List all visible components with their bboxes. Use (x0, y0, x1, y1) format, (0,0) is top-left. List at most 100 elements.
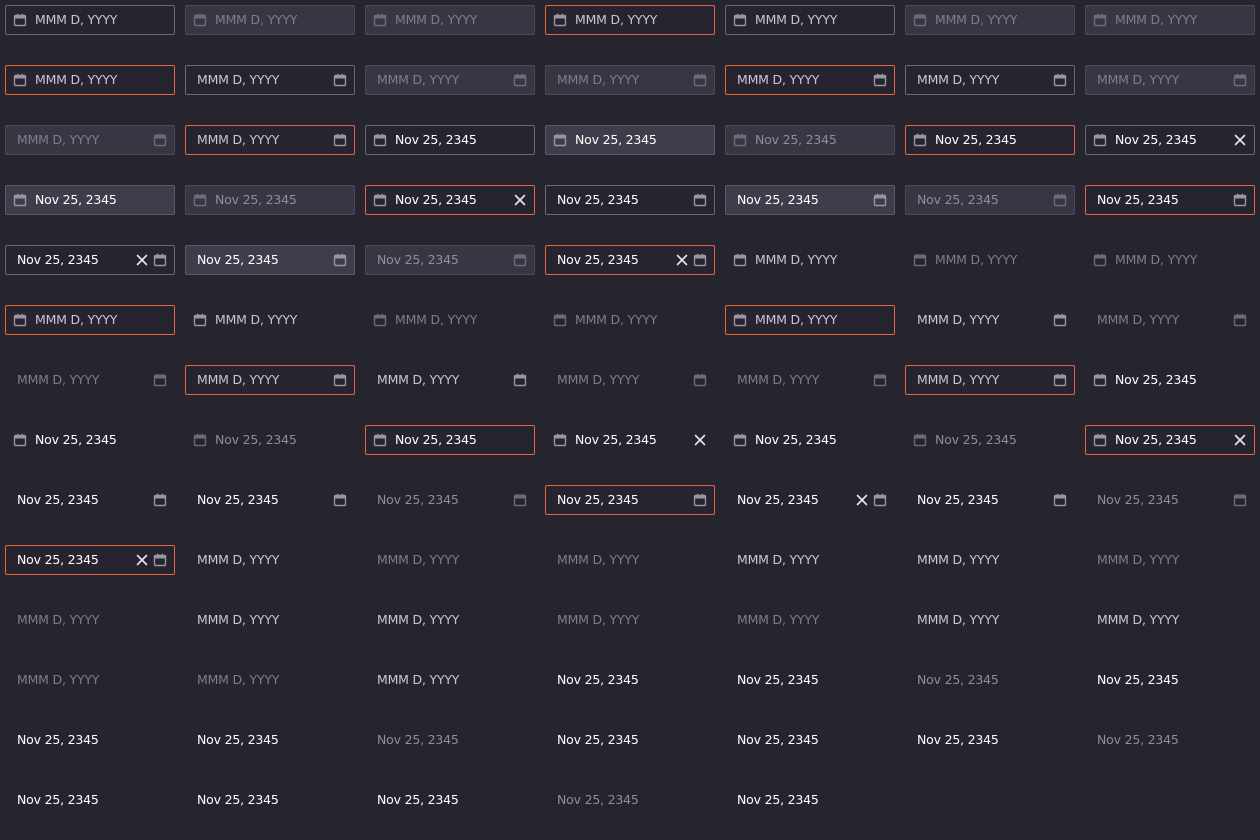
date-input[interactable]: Nov 25, 2345 (545, 725, 715, 755)
date-input[interactable]: MMM D, YYYY (725, 545, 895, 575)
close-icon[interactable] (1233, 433, 1247, 447)
calendar-icon[interactable] (1053, 493, 1067, 507)
calendar-icon[interactable] (373, 133, 387, 147)
date-input[interactable]: MMM D, YYYY (5, 65, 175, 95)
date-input[interactable]: Nov 25, 2345 (365, 425, 535, 455)
close-icon[interactable] (855, 493, 869, 507)
date-input[interactable]: Nov 25, 2345 (185, 785, 355, 815)
close-icon[interactable] (675, 253, 689, 267)
calendar-icon[interactable] (693, 493, 707, 507)
date-input[interactable]: MMM D, YYYY (365, 365, 535, 395)
close-icon[interactable] (513, 193, 527, 207)
date-input[interactable]: Nov 25, 2345 (905, 125, 1075, 155)
date-input[interactable]: MMM D, YYYY (185, 605, 355, 635)
calendar-icon[interactable] (333, 373, 347, 387)
date-input[interactable]: MMM D, YYYY (185, 545, 355, 575)
close-icon[interactable] (135, 553, 149, 567)
date-input[interactable]: Nov 25, 2345 (365, 185, 535, 215)
date-input[interactable]: Nov 25, 2345 (185, 485, 355, 515)
calendar-icon[interactable] (553, 433, 567, 447)
calendar-icon[interactable] (693, 193, 707, 207)
calendar-icon[interactable] (733, 253, 747, 267)
calendar-icon[interactable] (193, 313, 207, 327)
calendar-icon[interactable] (333, 73, 347, 87)
calendar-icon[interactable] (1053, 73, 1067, 87)
date-input[interactable]: Nov 25, 2345 (1085, 665, 1255, 695)
calendar-icon[interactable] (13, 313, 27, 327)
date-input[interactable]: MMM D, YYYY (365, 605, 535, 635)
date-input[interactable]: MMM D, YYYY (365, 665, 535, 695)
date-input[interactable]: MMM D, YYYY (725, 65, 895, 95)
date-input[interactable]: Nov 25, 2345 (5, 425, 175, 455)
date-input[interactable]: Nov 25, 2345 (725, 185, 895, 215)
close-icon[interactable] (693, 433, 707, 447)
date-input[interactable]: MMM D, YYYY (545, 5, 715, 35)
calendar-icon[interactable] (373, 193, 387, 207)
calendar-icon[interactable] (13, 433, 27, 447)
calendar-icon[interactable] (873, 193, 887, 207)
calendar-icon[interactable] (333, 493, 347, 507)
calendar-icon[interactable] (1053, 313, 1067, 327)
date-input[interactable]: Nov 25, 2345 (545, 245, 715, 275)
calendar-icon[interactable] (733, 13, 747, 27)
date-input[interactable]: Nov 25, 2345 (1085, 365, 1255, 395)
date-input[interactable]: Nov 25, 2345 (185, 245, 355, 275)
calendar-icon[interactable] (733, 313, 747, 327)
date-input[interactable]: MMM D, YYYY (725, 245, 895, 275)
date-input[interactable]: Nov 25, 2345 (725, 665, 895, 695)
date-input[interactable]: MMM D, YYYY (185, 65, 355, 95)
date-input[interactable]: MMM D, YYYY (725, 305, 895, 335)
date-input[interactable]: MMM D, YYYY (1085, 605, 1255, 635)
close-icon[interactable] (135, 253, 149, 267)
date-input[interactable]: MMM D, YYYY (905, 65, 1075, 95)
date-input[interactable]: Nov 25, 2345 (5, 785, 175, 815)
calendar-icon[interactable] (153, 493, 167, 507)
calendar-icon[interactable] (13, 13, 27, 27)
calendar-icon[interactable] (693, 253, 707, 267)
close-icon[interactable] (1233, 133, 1247, 147)
date-input[interactable]: Nov 25, 2345 (545, 125, 715, 155)
calendar-icon[interactable] (1053, 373, 1067, 387)
date-input[interactable]: Nov 25, 2345 (545, 665, 715, 695)
date-input[interactable]: Nov 25, 2345 (545, 425, 715, 455)
calendar-icon[interactable] (1093, 133, 1107, 147)
date-input[interactable]: MMM D, YYYY (725, 5, 895, 35)
date-input[interactable]: MMM D, YYYY (905, 305, 1075, 335)
date-input[interactable]: Nov 25, 2345 (725, 485, 895, 515)
date-input[interactable]: Nov 25, 2345 (5, 725, 175, 755)
date-input[interactable]: MMM D, YYYY (5, 5, 175, 35)
calendar-icon[interactable] (553, 133, 567, 147)
date-input[interactable]: Nov 25, 2345 (5, 545, 175, 575)
calendar-icon[interactable] (13, 193, 27, 207)
date-input[interactable]: Nov 25, 2345 (905, 485, 1075, 515)
calendar-icon[interactable] (513, 373, 527, 387)
date-input[interactable]: MMM D, YYYY (185, 125, 355, 155)
date-input[interactable]: Nov 25, 2345 (725, 725, 895, 755)
date-input[interactable]: Nov 25, 2345 (365, 785, 535, 815)
calendar-icon[interactable] (333, 253, 347, 267)
date-input[interactable]: Nov 25, 2345 (545, 485, 715, 515)
calendar-icon[interactable] (873, 73, 887, 87)
calendar-icon[interactable] (873, 493, 887, 507)
calendar-icon[interactable] (1093, 373, 1107, 387)
calendar-icon[interactable] (13, 73, 27, 87)
calendar-icon[interactable] (913, 133, 927, 147)
date-input[interactable]: Nov 25, 2345 (5, 485, 175, 515)
date-input[interactable]: MMM D, YYYY (185, 365, 355, 395)
date-input[interactable]: Nov 25, 2345 (365, 125, 535, 155)
calendar-icon[interactable] (153, 253, 167, 267)
date-input[interactable]: Nov 25, 2345 (5, 185, 175, 215)
calendar-icon[interactable] (373, 433, 387, 447)
calendar-icon[interactable] (1233, 193, 1247, 207)
date-input[interactable]: MMM D, YYYY (905, 545, 1075, 575)
calendar-icon[interactable] (333, 133, 347, 147)
calendar-icon[interactable] (553, 13, 567, 27)
date-input[interactable]: Nov 25, 2345 (545, 185, 715, 215)
calendar-icon[interactable] (153, 553, 167, 567)
date-input[interactable]: MMM D, YYYY (905, 605, 1075, 635)
date-input[interactable]: Nov 25, 2345 (1085, 125, 1255, 155)
date-input[interactable]: Nov 25, 2345 (725, 425, 895, 455)
date-input[interactable]: Nov 25, 2345 (1085, 425, 1255, 455)
date-input[interactable]: Nov 25, 2345 (1085, 185, 1255, 215)
calendar-icon[interactable] (733, 433, 747, 447)
